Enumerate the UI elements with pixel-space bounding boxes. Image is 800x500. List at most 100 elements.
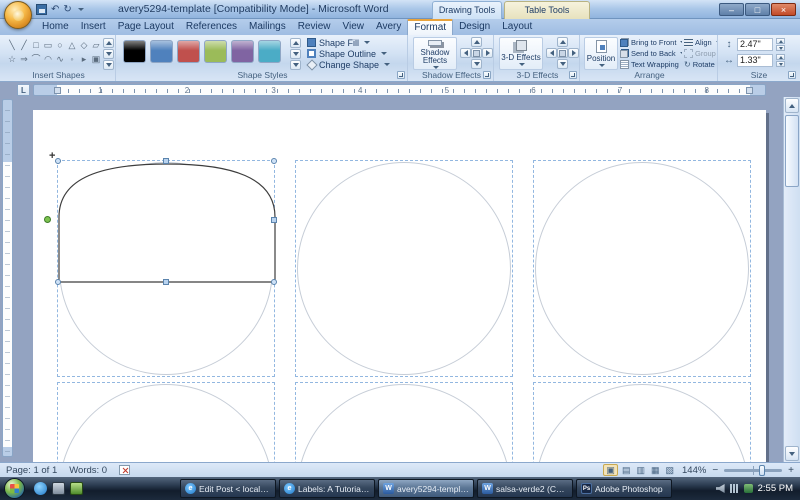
- height-decrease-button[interactable]: [776, 45, 785, 51]
- tab-mailings[interactable]: Mailings: [243, 19, 292, 35]
- redo-icon[interactable]: ↻: [63, 3, 71, 17]
- shape-icon[interactable]: ▱: [90, 38, 102, 52]
- label-cell[interactable]: [533, 160, 751, 377]
- 3d-effects-button[interactable]: 3-D Effects: [499, 37, 543, 70]
- width-decrease-button[interactable]: [776, 61, 785, 67]
- taskbar-item-photoshop[interactable]: Ps Adobe Photoshop: [576, 479, 672, 498]
- resize-handle-top-left[interactable]: [55, 158, 61, 164]
- shadow-effects-button[interactable]: Shadow Effects: [413, 37, 457, 70]
- shape-style-swatch[interactable]: [231, 40, 254, 63]
- shape-fill-button[interactable]: Shape Fill: [307, 37, 406, 48]
- group-button[interactable]: Group: [684, 48, 717, 59]
- scroll-up-icon[interactable]: [103, 38, 114, 48]
- zoom-slider-thumb[interactable]: [759, 465, 765, 476]
- scrollbar-thumb[interactable]: [785, 115, 799, 187]
- clock[interactable]: 2:55 PM: [758, 483, 793, 494]
- rotate-button[interactable]: ↻ Rotate: [684, 59, 717, 70]
- resize-handle-bottom-center[interactable]: [163, 279, 169, 285]
- tilt-up-button[interactable]: [557, 37, 568, 47]
- label-cell[interactable]: [295, 382, 513, 462]
- start-button[interactable]: [4, 478, 25, 499]
- save-icon[interactable]: [36, 4, 47, 15]
- resize-handle-top-right[interactable]: [271, 158, 277, 164]
- word-count[interactable]: Words: 0: [69, 465, 107, 476]
- nudge-shadow-down-button[interactable]: [471, 59, 482, 69]
- width-increase-button[interactable]: [776, 54, 785, 60]
- tilt-down-button[interactable]: [557, 59, 568, 69]
- tilt-right-button[interactable]: [568, 48, 579, 58]
- label-cell[interactable]: +: [57, 160, 275, 377]
- height-increase-button[interactable]: [776, 38, 785, 44]
- shape-icon[interactable]: ╲: [6, 38, 18, 52]
- dialog-launcher-icon[interactable]: [569, 71, 577, 79]
- shape-style-swatch[interactable]: [150, 40, 173, 63]
- spellcheck-icon[interactable]: [119, 465, 130, 475]
- tab-insert[interactable]: Insert: [75, 19, 112, 35]
- taskbar-item-avery-template[interactable]: W avery5294-template ...: [378, 479, 474, 498]
- close-button[interactable]: ×: [771, 3, 796, 16]
- scroll-down-icon[interactable]: [290, 49, 301, 59]
- maximize-button[interactable]: □: [745, 3, 770, 16]
- tab-home[interactable]: Home: [36, 19, 75, 35]
- taskbar-item-edit-post[interactable]: e Edit Post < local kitc...: [180, 479, 276, 498]
- adjust-handle-green[interactable]: [44, 216, 51, 223]
- label-circle[interactable]: [297, 162, 511, 375]
- draft-view-icon[interactable]: ▧: [663, 464, 676, 476]
- shape-icon[interactable]: ▣: [90, 52, 102, 66]
- bring-to-front-button[interactable]: Bring to Front: [620, 37, 682, 48]
- shape-icon[interactable]: ◦: [66, 52, 78, 66]
- shape-icon[interactable]: □: [30, 38, 42, 52]
- qat-dropdown-icon[interactable]: [78, 8, 84, 11]
- shape-icon[interactable]: ▸: [78, 52, 90, 66]
- network-icon[interactable]: [730, 484, 739, 493]
- label-circle[interactable]: [535, 384, 749, 462]
- gallery-more-icon[interactable]: [290, 60, 301, 70]
- text-wrapping-button[interactable]: Text Wrapping: [620, 59, 682, 70]
- tab-stop-selector[interactable]: L: [17, 84, 30, 96]
- dialog-launcher-icon[interactable]: [788, 71, 796, 79]
- dialog-launcher-icon[interactable]: [397, 71, 405, 79]
- shape-style-swatch[interactable]: [177, 40, 200, 63]
- scroll-up-icon[interactable]: [290, 38, 301, 48]
- undo-icon[interactable]: ↶: [51, 3, 59, 17]
- scroll-down-icon[interactable]: [785, 446, 799, 461]
- selected-shape[interactable]: [58, 161, 276, 284]
- full-screen-reading-view-icon[interactable]: ▤: [620, 464, 633, 476]
- shape-style-swatch[interactable]: [258, 40, 281, 63]
- volume-icon[interactable]: [716, 484, 725, 493]
- zoom-out-button[interactable]: −: [712, 465, 718, 476]
- outline-view-icon[interactable]: ▦: [649, 464, 662, 476]
- resize-handle-bottom-left[interactable]: [55, 279, 61, 285]
- shape-icon[interactable]: ◠: [42, 52, 54, 66]
- tab-layout[interactable]: Layout: [496, 19, 538, 35]
- shape-icon[interactable]: ▭: [42, 38, 54, 52]
- indent-marker-left[interactable]: [54, 87, 61, 94]
- page-indicator[interactable]: Page: 1 of 1: [6, 465, 57, 476]
- zoom-level[interactable]: 144%: [682, 465, 706, 476]
- label-cell[interactable]: [57, 382, 275, 462]
- align-button[interactable]: Align: [684, 37, 717, 48]
- toggle-shadow-button[interactable]: [471, 48, 482, 58]
- web-layout-view-icon[interactable]: ▥: [634, 464, 647, 476]
- label-cell[interactable]: [533, 382, 751, 462]
- dialog-launcher-icon[interactable]: [483, 71, 491, 79]
- resize-handle-bottom-right[interactable]: [271, 279, 277, 285]
- shape-icon[interactable]: ╱: [18, 38, 30, 52]
- tab-format[interactable]: Format: [407, 19, 453, 35]
- taskbar-item-salsa-verde[interactable]: W salsa-verde2 (Comp...: [477, 479, 573, 498]
- position-button[interactable]: Position: [584, 37, 618, 70]
- zoom-in-button[interactable]: +: [788, 465, 794, 476]
- tab-design[interactable]: Design: [453, 19, 496, 35]
- zoom-slider[interactable]: [724, 469, 782, 472]
- nudge-shadow-up-button[interactable]: [471, 37, 482, 47]
- office-button[interactable]: [4, 1, 32, 29]
- shape-style-swatch[interactable]: [123, 40, 146, 63]
- vertical-ruler[interactable]: [2, 99, 13, 457]
- shape-icon[interactable]: ⇒: [18, 52, 30, 66]
- vertical-scrollbar[interactable]: [783, 97, 800, 462]
- send-to-back-button[interactable]: Send to Back: [620, 48, 682, 59]
- shape-style-swatch[interactable]: [204, 40, 227, 63]
- tilt-left-button[interactable]: [546, 48, 557, 58]
- shape-height-field[interactable]: 2.47": [737, 38, 773, 51]
- quick-launch-app-icon[interactable]: [70, 482, 83, 495]
